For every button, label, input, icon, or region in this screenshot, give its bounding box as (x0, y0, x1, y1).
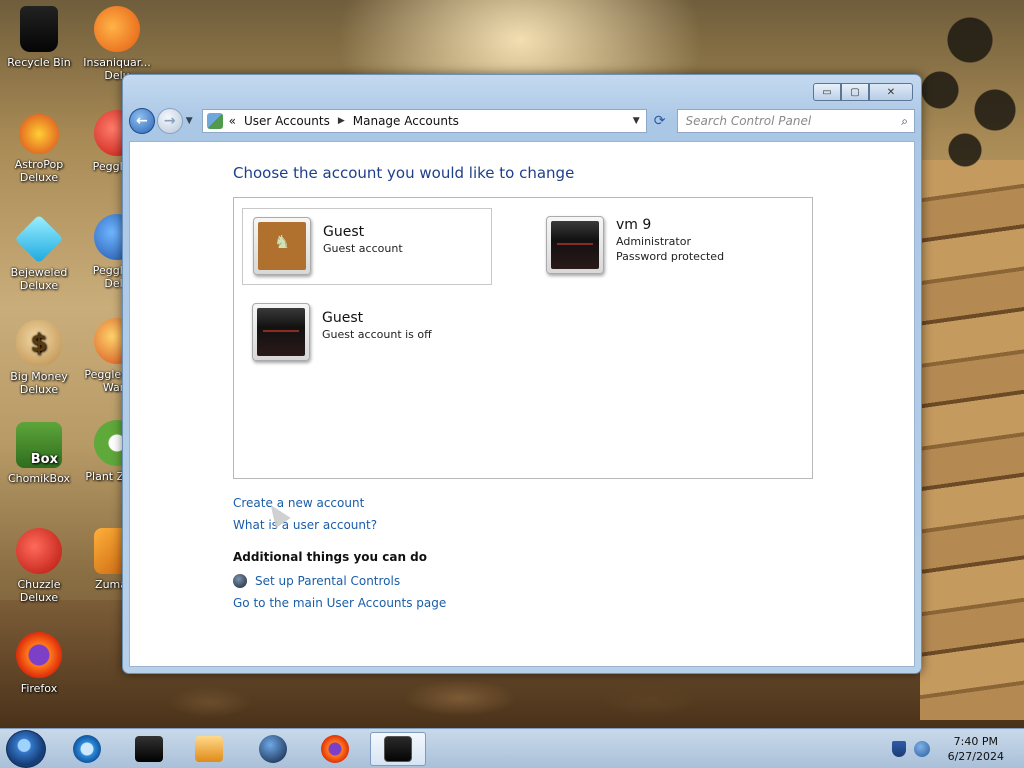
recycle-bin-icon (20, 6, 58, 52)
astropop-icon (19, 114, 59, 154)
desktop-icon-label: Firefox (20, 682, 58, 695)
additional-heading: Additional things you can do (233, 550, 428, 564)
control-panel-icon (384, 736, 412, 762)
address-overflow-icon[interactable]: « (229, 114, 236, 128)
breadcrumb-user-accounts[interactable]: User Accounts (244, 114, 330, 128)
refresh-button[interactable]: ⟳ (649, 113, 671, 129)
desktop-icon-recycle-bin[interactable]: Recycle Bin (2, 6, 76, 69)
search-input[interactable] (685, 114, 886, 128)
diamond-icon (14, 214, 64, 264)
desktop-icon-label: Recycle Bin (7, 56, 71, 69)
parental-controls-link[interactable]: Set up Parental Controls (255, 570, 400, 592)
main-user-accounts-link[interactable]: Go to the main User Accounts page (233, 592, 446, 614)
firefox-icon (321, 735, 349, 763)
globe-icon (259, 735, 287, 763)
minimize-icon: ▭ (822, 86, 832, 98)
search-box: ⌕ (676, 109, 915, 133)
navigation-bar: ← → ▼ « User Accounts ▶ Manage Accounts … (129, 105, 915, 137)
breadcrumb-separator-icon[interactable]: ▶ (338, 116, 345, 126)
account-tile-vm9[interactable]: vm 9 Administrator Password protected (536, 208, 796, 285)
desktop-icon-chomikbox[interactable]: Box ChomikBox (2, 422, 76, 485)
additional-links: Set up Parental Controls Go to the main … (233, 570, 446, 614)
breadcrumb-manage-accounts[interactable]: Manage Accounts (353, 114, 459, 128)
taskbar-media-player[interactable] (186, 732, 232, 766)
account-name: Guest (323, 224, 365, 240)
account-name: Guest (322, 310, 364, 326)
what-is-user-account-link[interactable]: What is a user account? (233, 514, 377, 536)
refresh-icon: ⟳ (653, 113, 666, 129)
taskbar: 7:40 PM 6/27/2024 (0, 728, 1024, 768)
account-tile-guest-off[interactable]: Guest Guest account is off (242, 295, 492, 372)
close-button[interactable]: ✕ (869, 83, 913, 101)
chomikbox-icon: Box (16, 422, 62, 468)
desktop-icon-label: ChomikBox (8, 472, 70, 485)
taskbar-internet-explorer[interactable] (64, 732, 110, 766)
page-title: Choose the account you would like to cha… (233, 164, 575, 182)
desktop-icon-insaniquarium[interactable]: Insaniquar... Delu (80, 6, 154, 82)
minimize-button[interactable]: ▭ (813, 83, 841, 101)
clock-time: 7:40 PM (953, 735, 998, 748)
close-icon: ✕ (886, 86, 896, 98)
briefcase-picture-icon (253, 217, 311, 275)
forward-button[interactable]: → (156, 108, 183, 134)
taskbar-globe[interactable] (250, 732, 296, 766)
desktop-icon-chuzzle[interactable]: Chuzzle Deluxe (2, 528, 76, 604)
dark-picture-icon (546, 216, 604, 274)
parental-controls-icon (233, 574, 247, 588)
taskbar-black-box[interactable] (126, 732, 172, 766)
accounts-panel: Guest Guest account vm 9 Administrator P… (233, 197, 813, 479)
money-bag-icon: $ (16, 320, 62, 366)
media-player-icon (195, 736, 223, 762)
system-tray: 7:40 PM 6/27/2024 (884, 729, 1024, 768)
maximize-icon: ▢ (850, 86, 860, 98)
desktop-boards (920, 160, 1024, 720)
clock[interactable]: 7:40 PM 6/27/2024 (948, 734, 1004, 764)
desktop-icon-bejeweled[interactable]: Bejeweled Deluxe (2, 214, 76, 292)
taskbar-firefox[interactable] (312, 732, 358, 766)
black-box-icon (135, 736, 163, 762)
manage-accounts-window: ▭ ▢ ✕ ← → ▼ « User Accounts ▶ Manage Acc… (122, 74, 922, 674)
create-account-link[interactable]: Create a new account (233, 492, 377, 514)
recent-pages-dropdown[interactable]: ▼ (186, 116, 198, 126)
network-icon[interactable] (914, 741, 930, 757)
account-links: Create a new account What is a user acco… (233, 492, 377, 536)
firefox-icon (16, 632, 62, 678)
fish-icon (94, 6, 140, 52)
back-button[interactable]: ← (129, 108, 155, 134)
account-status: Guest account is off (322, 328, 432, 341)
chuzzle-icon (16, 528, 62, 574)
account-tile-guest[interactable]: Guest Guest account (242, 208, 492, 285)
chevron-down-icon: ▼ (185, 116, 193, 126)
desktop-icon-label: Chuzzle Deluxe (17, 578, 61, 604)
maximize-button[interactable]: ▢ (841, 83, 869, 101)
account-type: Guest account (323, 242, 403, 255)
clock-date: 6/27/2024 (947, 750, 1004, 763)
back-arrow-icon: ← (136, 113, 148, 129)
taskbar-control-panel[interactable] (370, 732, 426, 766)
search-icon[interactable]: ⌕ (901, 114, 908, 129)
address-bar[interactable]: « User Accounts ▶ Manage Accounts ▼ (201, 109, 647, 133)
desktop-icon-big-money[interactable]: $ Big Money Deluxe (2, 320, 76, 396)
account-type: Administrator (616, 235, 691, 248)
control-panel-icon (206, 113, 223, 129)
security-shield-icon[interactable] (892, 741, 906, 757)
dark-picture-icon (252, 303, 310, 361)
forward-arrow-icon: → (163, 113, 176, 129)
account-password-status: Password protected (616, 250, 725, 263)
desktop-tree (910, 0, 1024, 190)
window-controls: ▭ ▢ ✕ (813, 83, 913, 101)
desktop-icon-label: AstroPop Deluxe (14, 158, 64, 184)
desktop-icon-firefox[interactable]: Firefox (2, 632, 76, 695)
desktop-icon-label: Big Money Deluxe (10, 370, 68, 396)
internet-explorer-icon (73, 735, 101, 763)
desktop-icon-astropop[interactable]: AstroPop Deluxe (2, 114, 76, 184)
account-name: vm 9 (616, 217, 652, 233)
desktop-rocks (130, 672, 750, 728)
start-button[interactable] (6, 730, 46, 768)
address-dropdown-icon[interactable]: ▼ (633, 116, 640, 126)
desktop-icon-label: Bejeweled Deluxe (10, 266, 68, 292)
content-area: Choose the account you would like to cha… (129, 141, 915, 667)
